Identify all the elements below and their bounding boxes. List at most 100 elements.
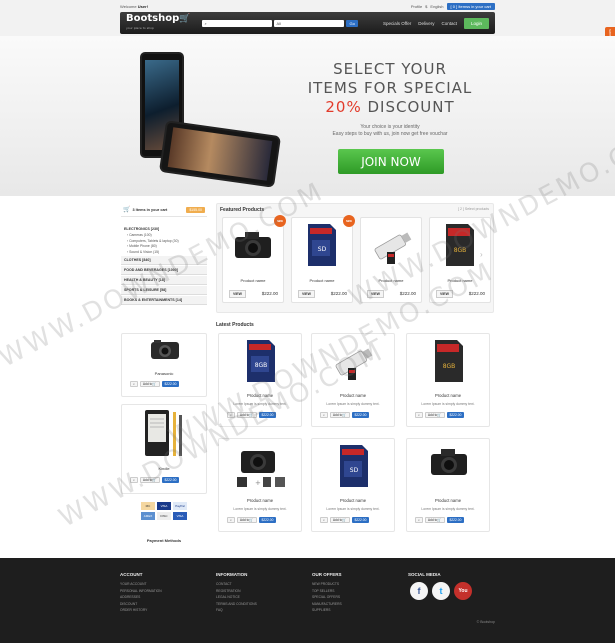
featured-product-card[interactable]: SD Product name VIEW $222.00: [291, 217, 353, 303]
latest-product-card[interactable]: Product name Lorem Ipsum is simply dummy…: [311, 333, 395, 427]
view-button[interactable]: VIEW: [367, 290, 384, 298]
price-button[interactable]: $222.00: [258, 412, 277, 418]
facebook-icon[interactable]: f: [410, 582, 428, 600]
promo-line-1: SELECT YOUR: [333, 60, 447, 78]
quick-view-button[interactable]: ⌕: [415, 412, 423, 418]
view-button[interactable]: VIEW: [229, 290, 246, 298]
add-to-cart-button[interactable]: Add to 🛒: [236, 517, 257, 523]
category-electronics[interactable]: ELECTRONICS [230]: [121, 225, 207, 233]
card-icon: PayPal: [173, 502, 187, 510]
svg-text:8GB: 8GB: [443, 363, 456, 370]
quick-view-button[interactable]: ⌕: [320, 517, 328, 523]
category-health[interactable]: HEALTH & BEAUTY [18]: [121, 275, 207, 285]
price: $222.00: [468, 291, 485, 296]
featured-product-card[interactable]: Product name VIEW $222.00: [360, 217, 422, 303]
footer-link[interactable]: SUPPLIERS: [312, 607, 342, 614]
add-to-cart-button[interactable]: Add to 🛒: [424, 412, 445, 418]
payment-methods: MC VISA PayPal AMEX DISC VISA Payment Me…: [121, 500, 207, 550]
footer: [0, 558, 615, 643]
svg-text:SD: SD: [350, 467, 359, 474]
youtube-icon[interactable]: You: [454, 582, 472, 600]
top-bar: Welcome User! Profile $ English [ 0 ] It…: [120, 2, 495, 10]
logo[interactable]: Bootshop🛒 your place to shop: [126, 13, 191, 33]
twitter-icon[interactable]: t: [432, 582, 450, 600]
price-button[interactable]: $222.00: [446, 517, 465, 523]
search-go-button[interactable]: Go: [346, 19, 358, 27]
carousel-next-arrow[interactable]: ›: [480, 250, 483, 259]
cart-total-button[interactable]: $155.00: [186, 206, 205, 213]
price-button[interactable]: $222.00: [161, 477, 180, 483]
add-to-cart-button[interactable]: Add to 🛒: [329, 517, 350, 523]
promo-line-3: 20% DISCOUNT: [325, 98, 455, 116]
latest-product-card[interactable]: SD Product name Lorem Ipsum is simply du…: [311, 438, 395, 532]
quick-view-button[interactable]: ⌕: [320, 412, 328, 418]
card-icon: VISA: [157, 502, 171, 510]
camera-image: [151, 340, 179, 359]
category-clothes[interactable]: CLOTHES [840]: [121, 255, 207, 265]
sidebar-cart[interactable]: 🛒 3 Items in your cart $155.00: [121, 203, 207, 217]
login-button[interactable]: Login: [463, 17, 489, 29]
view-button[interactable]: VIEW: [436, 290, 453, 298]
add-to-cart-button[interactable]: Add to 🛒: [139, 477, 160, 483]
view-button[interactable]: VIEW: [298, 290, 315, 298]
add-to-cart-button[interactable]: Add to 🛒: [236, 412, 257, 418]
cart-logo-icon: 🛒: [179, 13, 191, 24]
footer-col-account: ACCOUNT YOUR ACCOUNT PERSONAL INFORMATIO…: [120, 572, 162, 614]
footer-link[interactable]: NEW PRODUCTS: [312, 581, 342, 588]
nav-links: Specials Offer Delivery Contact Login: [383, 17, 489, 29]
footer-col-social: SOCIAL MEDIA: [408, 572, 441, 577]
welcome-text: Welcome User!: [120, 3, 148, 9]
quick-view-button[interactable]: ⌕: [130, 477, 138, 483]
card-icon: AMEX: [141, 512, 155, 520]
profile-link[interactable]: Profile: [411, 4, 422, 9]
category-select[interactable]: All: [274, 19, 345, 27]
latest-product-card[interactable]: 8GB Product name Lorem Ipsum is simply d…: [218, 333, 302, 427]
svg-text:8GB: 8GB: [255, 362, 268, 369]
price: $222.00: [330, 291, 347, 296]
new-badge: NEW: [274, 215, 286, 227]
category-sports[interactable]: SPORTS & LEISURE [58]: [121, 285, 207, 295]
quick-view-button[interactable]: ⌕: [227, 517, 235, 523]
dslr-camera-image: [431, 449, 467, 475]
price-button[interactable]: $222.00: [258, 517, 277, 523]
add-to-cart-button[interactable]: Add to 🛒: [329, 412, 350, 418]
nav-link-specials[interactable]: Specials Offer: [383, 21, 411, 26]
quick-view-button[interactable]: ⌕: [227, 412, 235, 418]
language-select[interactable]: English: [430, 4, 443, 9]
footer-col-information: INFORMATION CONTACT REGISTRATION LEGAL N…: [216, 572, 257, 614]
add-to-cart-button[interactable]: Add to 🛒: [139, 381, 160, 387]
promo-line-2: ITEMS FOR SPECIAL: [307, 79, 473, 97]
svg-text:+: +: [255, 479, 261, 487]
latest-product-card[interactable]: + Product name Lorem Ipsum is simply dum…: [218, 438, 302, 532]
search-input[interactable]: ⌕: [202, 19, 273, 27]
quick-view-button[interactable]: ⌕: [130, 381, 138, 387]
mini-cart-button[interactable]: [ 0 ] Itemss in your cart: [446, 2, 495, 10]
quick-view-button[interactable]: ⌕: [415, 517, 423, 523]
nav-link-contact[interactable]: Contact: [441, 21, 457, 26]
price-button[interactable]: $222.00: [351, 412, 370, 418]
join-now-button[interactable]: JOIN NOW: [338, 149, 444, 174]
category-food[interactable]: FOOD AND BEVERAGES [1000]: [121, 265, 207, 275]
add-to-cart-button[interactable]: Add to 🛒: [424, 517, 445, 523]
svg-text:SD: SD: [318, 246, 327, 253]
price-button[interactable]: $222.00: [351, 517, 370, 523]
price: $222.00: [399, 291, 416, 296]
featured-product-card[interactable]: Product name VIEW $222.00: [222, 217, 284, 303]
card-icon: DISC: [157, 512, 171, 520]
footer-link[interactable]: SPECIAL OFFERS: [312, 594, 342, 601]
latest-product-card[interactable]: 8GB Product name Lorem Ipsum is simply d…: [406, 333, 490, 427]
currency-select[interactable]: $: [425, 4, 427, 9]
latest-heading: Latest Products: [216, 322, 254, 328]
category-books[interactable]: BOOKS & ENTERTAINMENTS [14]: [121, 295, 207, 305]
featured-product-card[interactable]: 8GB Product name VIEW $222.00: [429, 217, 491, 303]
extreme-sd-card-image: 8GB: [446, 224, 474, 266]
main-navbar: Bootshop🛒 your place to shop ⌕ All Go Spe…: [120, 12, 495, 34]
price-button[interactable]: $222.00: [161, 381, 180, 387]
nav-link-delivery[interactable]: Delivery: [418, 21, 434, 26]
footer-link[interactable]: FAQ: [216, 607, 257, 614]
promo-text: SELECT YOUR ITEMS FOR SPECIAL 20% DISCOU…: [300, 60, 480, 138]
kindle-image: [145, 410, 182, 456]
latest-product-card[interactable]: Product name Lorem Ipsum is simply dummy…: [406, 438, 490, 532]
footer-link[interactable]: ORDER HISTORY: [120, 607, 162, 614]
price-button[interactable]: $222.00: [446, 412, 465, 418]
